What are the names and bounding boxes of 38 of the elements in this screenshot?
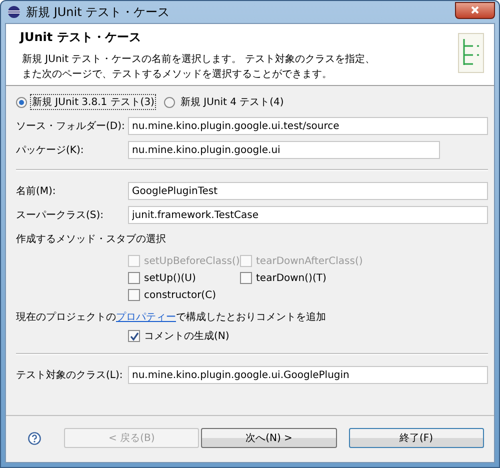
page-title: JUnit テスト・ケース — [20, 29, 142, 46]
wizard-button[interactable]: 終了(F) — [348, 428, 484, 448]
text-field[interactable]: GooglePluginTest — [128, 182, 488, 200]
checkbox-label: setUp()(U) — [144, 272, 196, 284]
section-label: 作成するメソッド・スタブの選択 — [16, 232, 166, 246]
text-field[interactable]: nu.mine.kino.plugin.google.ui.test/source — [128, 117, 488, 135]
window-title: 新規 JUnit テスト・ケース — [26, 4, 170, 20]
checkbox-label: tearDownAfterClass() — [256, 256, 363, 266]
text-field[interactable]: junit.framework.TestCase — [128, 206, 488, 224]
field-label: 名前(M): — [16, 185, 57, 198]
checkbox[interactable] — [128, 272, 140, 284]
field-label: パッケージ(K): — [16, 144, 85, 157]
checkbox[interactable] — [128, 330, 140, 342]
app-icon — [7, 5, 21, 19]
checkbox-label: コメントの生成(N) — [144, 330, 230, 343]
help-icon[interactable] — [28, 432, 41, 444]
text-field[interactable]: nu.mine.kino.plugin.google.ui.GooglePlugin — [128, 366, 488, 384]
test-case-icon — [458, 33, 484, 73]
field-label: スーパークラス(S): — [16, 209, 105, 222]
radio-label: 新規 JUnit 4 テスト(4) — [179, 96, 285, 110]
radio-button[interactable] — [164, 96, 176, 108]
checkbox[interactable] — [128, 289, 140, 301]
checkbox[interactable] — [240, 272, 252, 284]
close-icon — [471, 6, 479, 14]
page-description: また次のページで、テストするメソッドを選択することができます。 — [22, 68, 333, 82]
checkbox-label: tearDown()(T) — [256, 272, 326, 284]
field-label: テスト対象のクラス(L): — [16, 368, 124, 382]
page-description: 新規 JUnit テスト・ケースの名前を選択します。 テスト対象のクラスを指定、 — [22, 52, 376, 67]
text-field[interactable]: nu.mine.kino.plugin.google.ui — [128, 141, 440, 159]
field-label: ソース・フォルダー(D): — [16, 120, 126, 133]
checkbox-label: constructor(C) — [144, 290, 216, 300]
radio-button[interactable] — [16, 96, 27, 108]
comment-text: 現在のプロジェクトのプロパティーで構成したとおりコメントを追加 — [16, 310, 326, 324]
close-button[interactable] — [455, 2, 495, 18]
properties-link[interactable]: プロパティー — [116, 312, 176, 323]
wizard-button[interactable]: 次へ(N) > — [201, 428, 337, 448]
radio-label: 新規 JUnit 3.8.1 テスト(3) — [30, 94, 156, 110]
checkbox-label: setUpBeforeClass() — [144, 256, 240, 266]
